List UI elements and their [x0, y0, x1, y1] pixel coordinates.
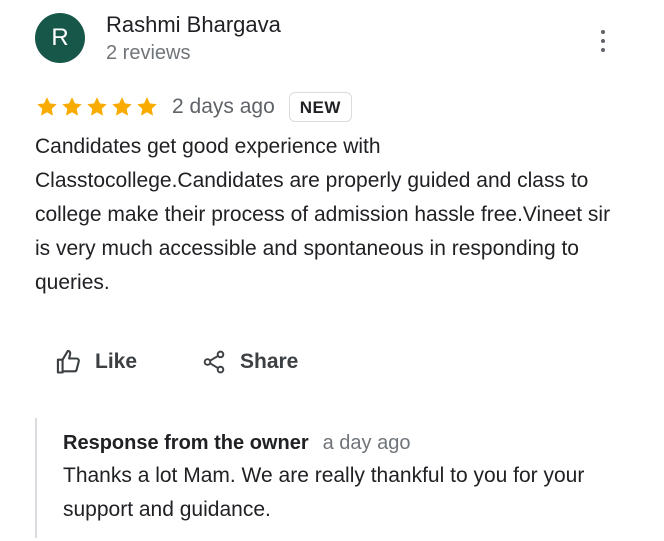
owner-response: Response from the owner a day ago Thanks…	[35, 418, 637, 538]
new-badge: NEW	[288, 92, 352, 122]
like-label: Like	[95, 350, 138, 373]
share-icon	[200, 348, 228, 376]
more-options-button[interactable]	[591, 28, 615, 54]
author-name[interactable]: Rashmi Bhargava	[106, 12, 281, 38]
author-review-count[interactable]: 2 reviews	[106, 42, 190, 65]
star-icon	[110, 95, 134, 119]
star-icon	[85, 95, 109, 119]
avatar[interactable]: R	[35, 13, 85, 63]
review-card: R Rashmi Bhargava 2 reviews 2 days ago N…	[0, 0, 664, 541]
review-date: 2 days ago	[172, 95, 275, 118]
review-text: Candidates get good experience with Clas…	[35, 135, 611, 294]
share-button[interactable]: Share	[200, 345, 298, 379]
more-vert-icon	[601, 48, 605, 52]
share-label: Share	[240, 350, 299, 373]
rating-row: 2 days ago NEW	[35, 91, 352, 123]
star-icon	[60, 95, 84, 119]
owner-response-date: a day ago	[322, 432, 411, 454]
owner-response-header: Response from the owner a day ago	[63, 432, 410, 455]
more-vert-icon	[601, 30, 605, 34]
thumb-up-icon	[55, 348, 83, 376]
star-rating	[35, 95, 160, 119]
star-icon	[135, 95, 159, 119]
owner-response-title: Response from the owner	[63, 432, 309, 454]
more-vert-icon	[601, 39, 605, 43]
star-icon	[35, 95, 59, 119]
owner-response-text: Thanks a lot Mam. We are really thankful…	[63, 464, 585, 521]
like-button[interactable]: Like	[55, 345, 137, 379]
